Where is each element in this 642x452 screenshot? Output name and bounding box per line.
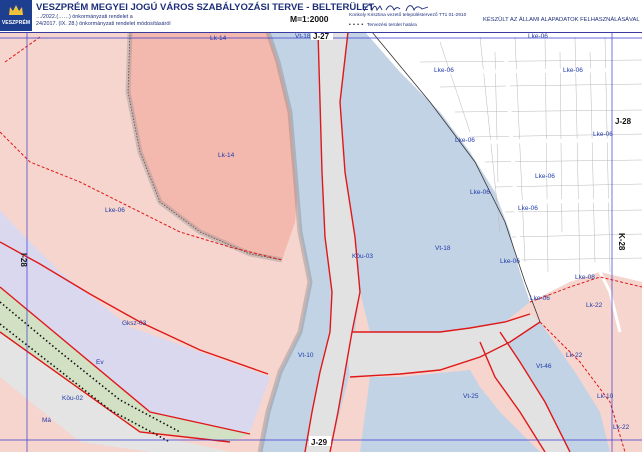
zone-label: Lke-06 [105, 207, 125, 214]
zone-label: Lk-14 [210, 35, 227, 42]
scale-label: M=1:2000 [290, 14, 329, 24]
zone-label: Lke-06 [455, 137, 475, 144]
zone-label: Köu-02 [62, 395, 83, 402]
plan-sheet: VESZPRÉM VESZPRÉM MEGYEI JOGÚ VÁROS SZAB… [0, 0, 642, 452]
title-block: VESZPRÉM VESZPRÉM MEGYEI JOGÚ VÁROS SZAB… [0, 0, 642, 33]
ordinance-line-2: 24/2017. (IX. 28.) önkormányzati rendele… [36, 21, 171, 27]
zone-label: Lke-06 [528, 33, 548, 40]
zone-label: Vt-25 [463, 393, 479, 400]
zone-label: Vt-46 [536, 363, 552, 370]
zone-label: Köu-03 [352, 253, 373, 260]
legend-boundary-text: Tervezési terület határa [366, 23, 417, 28]
legend-boundary: • • • • Tervezési terület határa [349, 22, 417, 28]
crown-icon [9, 5, 23, 15]
zone-label: Lke-08 [575, 274, 595, 281]
zone-label: Lk-14 [218, 152, 235, 159]
zone-label: Lke-06 [535, 173, 555, 180]
basemap-note: KÉSZÜLT AZ ÁLLAMI ALAPADATOK FELHASZNÁLÁ… [483, 17, 640, 23]
sheet-label-right-top: J-28 [615, 117, 632, 126]
zone-label: Vt-18 [295, 33, 311, 40]
sheet-label-left: I-28 [19, 253, 28, 267]
sheet-label-right: K-28 [617, 233, 626, 251]
zone-label: Ev [96, 359, 104, 366]
zone-label: Lke-06 [518, 205, 538, 212]
zone-label: Vt-10 [298, 352, 314, 359]
boundary-dots-symbol: • • • • [349, 22, 364, 28]
zone-label: Lke-06 [563, 67, 583, 74]
zone-label: Lk-22 [586, 302, 603, 309]
ordinance-line-1: …/2022.(……) önkormányzati rendelet a [36, 14, 133, 20]
sheet-label-top: J-27 [313, 32, 330, 41]
zone-label: Gksz-03 [122, 320, 147, 327]
zone-label: Lke-06 [500, 258, 520, 265]
zoning-map: J-27 J-29 J-28 I-28 K-28 Lk-14 Lk-14 Lke… [0, 32, 642, 452]
zone-label: Lke-06 [593, 131, 613, 138]
zone-label: Lke-06 [530, 295, 550, 302]
plan-title: VESZPRÉM MEGYEI JOGÚ VÁROS SZABÁLYOZÁSI … [36, 2, 375, 13]
city-logo: VESZPRÉM [0, 0, 32, 31]
logo-text: VESZPRÉM [1, 20, 31, 26]
designer-line: Konkoly Krisztina vezető településtervez… [349, 13, 467, 18]
zone-label: Vt-18 [435, 245, 451, 252]
zone-label: Lk-22 [613, 424, 630, 431]
sheet-label-bottom: J-29 [311, 438, 328, 447]
zone-label: Lk-10 [597, 393, 614, 400]
zone-label: Lk-22 [566, 352, 583, 359]
zone-label: Má [42, 417, 51, 424]
zone-label: Lke-06 [434, 67, 454, 74]
zone-label: Lke-06 [470, 189, 490, 196]
